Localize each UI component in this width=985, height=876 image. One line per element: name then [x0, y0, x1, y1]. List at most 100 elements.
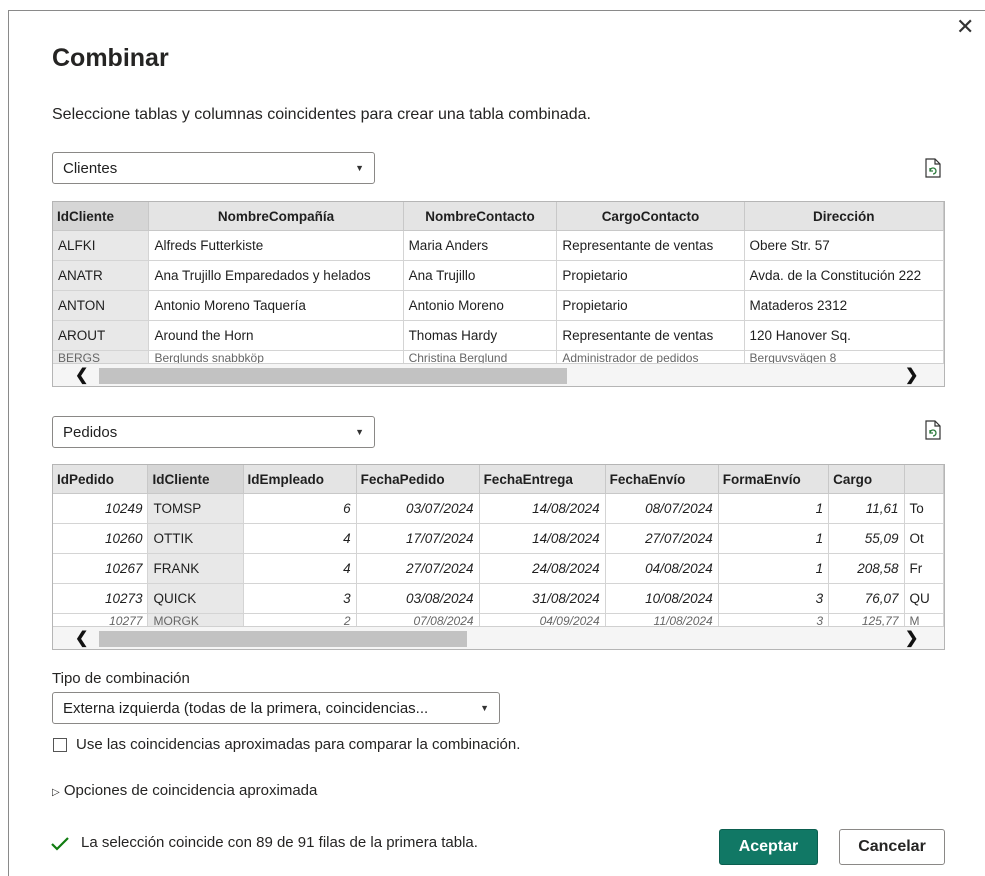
- column-header[interactable]: NombreContacto: [403, 202, 558, 231]
- second-table-dropdown[interactable]: Pedidos ▼: [52, 416, 375, 448]
- refresh-document-icon[interactable]: [925, 420, 941, 440]
- scroll-right-icon[interactable]: ❯: [905, 628, 918, 648]
- match-status-text: La selección coincide con 89 de 91 filas…: [81, 834, 478, 851]
- table-cell: Mataderos 2312: [744, 290, 944, 321]
- table-cell: 03/07/2024: [356, 493, 480, 524]
- fuzzy-options-expander[interactable]: ▷ Opciones de coincidencia aproximada: [52, 782, 317, 799]
- table-row: ANTON Antonio Moreno Taquería Antonio More…: [53, 290, 944, 321]
- second-table-selected: Pedidos: [63, 423, 118, 441]
- table-cell: 31/08/2024: [479, 583, 606, 614]
- column-header[interactable]: FormaEnvío: [718, 465, 830, 494]
- table-cell: Alfreds Futterkiste: [148, 230, 404, 261]
- column-header[interactable]: FechaEnvío: [605, 465, 719, 494]
- join-kind-label: Tipo de combinación: [52, 670, 190, 687]
- column-header[interactable]: IdCliente: [147, 465, 244, 494]
- table-cell: Representante de ventas: [556, 230, 745, 261]
- table-row: 10249 TOMSP 6 03/07/2024 14/08/2024 08/07/202…: [53, 493, 944, 524]
- table-cell: 3: [243, 583, 357, 614]
- table-row: 10260 OTTIK 4 17/07/2024 14/08/2024 27/07/202…: [53, 523, 944, 554]
- refresh-document-icon[interactable]: [925, 158, 941, 178]
- table-cell: 14/08/2024: [479, 523, 606, 554]
- scroll-right-icon[interactable]: ❯: [905, 365, 918, 385]
- table-cell: Antonio Moreno: [403, 290, 558, 321]
- table-cell: 10260: [53, 523, 149, 554]
- column-header[interactable]: NombreCompañía: [148, 202, 404, 231]
- table-cell: 120 Hanover Sq.: [744, 320, 944, 351]
- table-cell: 11,61: [828, 493, 905, 524]
- table-cell: Fr: [904, 553, 944, 584]
- join-kind-selected: Externa izquierda (todas de la primera, …: [63, 699, 429, 717]
- table-cell: ANATR: [53, 260, 150, 291]
- triangle-right-icon: ▷: [52, 787, 60, 798]
- table-cell: Propietario: [556, 290, 745, 321]
- table-cell: 27/07/2024: [605, 523, 719, 554]
- table-cell: 14/08/2024: [479, 493, 606, 524]
- chevron-down-icon: ▼: [355, 427, 364, 437]
- column-header[interactable]: Cargo: [828, 465, 905, 494]
- table-cell: 1: [718, 493, 830, 524]
- fuzzy-options-label: Opciones de coincidencia aproximada: [63, 782, 318, 799]
- table-cell: Ot: [904, 523, 944, 554]
- column-header[interactable]: IdEmpleado: [243, 465, 357, 494]
- column-header[interactable]: IdPedido: [53, 465, 149, 494]
- scroll-left-icon[interactable]: ❮: [75, 365, 88, 385]
- close-icon[interactable]: ✕: [956, 16, 974, 38]
- table-cell: 3: [718, 583, 830, 614]
- second-table-preview[interactable]: IdPedido IdCliente IdEmpleado FechaPedido Fe…: [52, 464, 945, 650]
- table-cell: 10/08/2024: [605, 583, 719, 614]
- table-row: 10267 FRANK 4 27/07/2024 24/08/2024 04/08/202…: [53, 553, 944, 584]
- fuzzy-match-label[interactable]: Use las coincidencias aproximadas para c…: [76, 736, 520, 753]
- table-cell: ALFKI: [53, 230, 150, 261]
- second-table-scrollbar[interactable]: ❮ ❯: [53, 626, 944, 649]
- table-cell: Antonio Moreno Taquería: [148, 290, 404, 321]
- scrollbar-thumb[interactable]: [99, 368, 567, 384]
- table-cell: 4: [243, 523, 357, 554]
- join-kind-dropdown[interactable]: Externa izquierda (todas de la primera, …: [52, 692, 500, 724]
- table-cell: Avda. de la Constitución 222: [744, 260, 944, 291]
- first-table-preview[interactable]: IdCliente NombreCompañía NombreContacto Car…: [52, 201, 945, 387]
- table-cell: 1: [718, 523, 830, 554]
- table-cell: AROUT: [53, 320, 150, 351]
- chevron-down-icon: ▼: [480, 703, 489, 713]
- table-cell: Representante de ventas: [556, 320, 745, 351]
- table-cell: QUICK: [147, 583, 244, 614]
- table-cell: 03/08/2024: [356, 583, 480, 614]
- second-table-grid: IdPedido IdCliente IdEmpleado FechaPedido Fe…: [53, 465, 944, 629]
- fuzzy-match-checkbox[interactable]: [53, 738, 67, 752]
- column-header[interactable]: IdCliente: [53, 202, 150, 231]
- ok-button[interactable]: Aceptar: [719, 829, 818, 865]
- table-cell: TOMSP: [147, 493, 244, 524]
- scrollbar-thumb[interactable]: [99, 631, 467, 647]
- table-row: AROUT Around the Horn Thomas Hardy Represen…: [53, 320, 944, 351]
- first-table-selected: Clientes: [63, 159, 118, 177]
- table-cell: 27/07/2024: [356, 553, 480, 584]
- table-cell: Ana Trujillo Emparedados y helados: [148, 260, 404, 291]
- table-cell: ANTON: [53, 290, 150, 321]
- table-cell: 6: [243, 493, 357, 524]
- dialog-title: Combinar: [52, 44, 169, 72]
- table-cell: 08/07/2024: [605, 493, 719, 524]
- column-header[interactable]: Dirección: [744, 202, 944, 231]
- table-cell: Propietario: [556, 260, 745, 291]
- first-table-scrollbar[interactable]: ❮ ❯: [53, 363, 944, 386]
- table-cell: To: [904, 493, 944, 524]
- table-cell: 76,07: [828, 583, 905, 614]
- table-cell: Thomas Hardy: [403, 320, 558, 351]
- table-cell: Ana Trujillo: [403, 260, 558, 291]
- table-cell: 04/08/2024: [605, 553, 719, 584]
- table-cell: OTTIK: [147, 523, 244, 554]
- table-cell: 10267: [53, 553, 149, 584]
- scroll-left-icon[interactable]: ❮: [75, 628, 88, 648]
- column-header[interactable]: CargoContacto: [556, 202, 745, 231]
- table-cell: Around the Horn: [148, 320, 404, 351]
- cancel-button[interactable]: Cancelar: [839, 829, 945, 865]
- table-cell: Obere Str. 57: [744, 230, 944, 261]
- column-header[interactable]: FechaPedido: [356, 465, 480, 494]
- first-table-dropdown[interactable]: Clientes ▼: [52, 152, 375, 184]
- column-header[interactable]: FechaEntrega: [479, 465, 606, 494]
- table-row: ALFKI Alfreds Futterkiste Maria Anders Repr…: [53, 230, 944, 261]
- table-row: 10273 QUICK 3 03/08/2024 31/08/2024 10/08/202…: [53, 583, 944, 614]
- table-cell: 4: [243, 553, 357, 584]
- table-cell: 208,58: [828, 553, 905, 584]
- column-header[interactable]: [904, 465, 944, 494]
